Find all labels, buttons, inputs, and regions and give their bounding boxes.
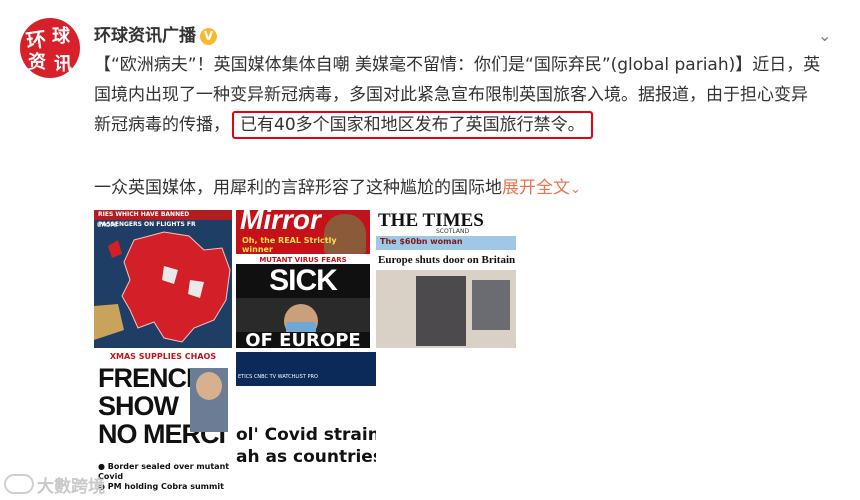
avatar-char: 资 <box>28 52 46 73</box>
post-menu-chevron-icon[interactable]: ⌄ <box>818 26 831 45</box>
mirror-teaser: Oh, the REAL Strictly winner <box>242 236 337 254</box>
cnbc-nav: ETICS CNBC TV WATCHLIST PRO <box>238 374 318 380</box>
watermark-text: 大數跨境 <box>37 477 105 497</box>
image-mirror-front-page[interactable]: Mirror Oh, the REAL Strictly winner MUTA… <box>236 210 370 348</box>
image-times-front-page[interactable]: THE TIMES SCOTLAND The $60bn woman Europ… <box>376 210 516 348</box>
watermark-logo-icon <box>4 474 34 494</box>
times-edition: SCOTLAND <box>436 228 470 235</box>
french-bullets: ● Border sealed over mutant Covid ● PM h… <box>98 462 230 492</box>
europe-map-graphic <box>94 231 231 343</box>
post-line: 一众英国媒体，用犀利的言辞形容了这种尴尬的国际地展开全文⌄ <box>94 173 834 205</box>
avatar-char: 讯 <box>54 54 72 75</box>
watermark: 大數跨境 <box>4 472 105 497</box>
expand-full-text-link[interactable]: 展开全文⌄ <box>502 178 581 198</box>
french-bullet-text: Border sealed over mutant Covid <box>98 462 230 481</box>
post-text: 新冠病毒的传播， <box>94 115 230 135</box>
post-text: 一众英国媒体，用犀利的言辞形容了这种尴尬的国际地 <box>94 178 502 198</box>
expand-label: 展开全文 <box>502 178 570 198</box>
times-photo-window <box>472 280 510 330</box>
account-name-row: 环球资讯广播 V <box>94 21 217 46</box>
french-person-photo <box>196 372 222 400</box>
cnbc-headline-line: ah as countries <box>236 447 376 467</box>
verified-badge-icon: V <box>200 28 217 45</box>
times-headline: Europe shuts door on Britain <box>378 254 516 266</box>
post-line: 国境内出现了一种变异新冠病毒，多国对此紧急宣布限制英国旅客入境。据报道，由于担心… <box>94 85 808 105</box>
cnbc-headline-line: ol' Covid strain <box>236 425 376 445</box>
highlighted-text: 已有40多个国家和地区发布了英国旅行禁令。 <box>232 111 593 139</box>
times-promo-band: The $60bn woman <box>376 236 516 250</box>
avatar-char: 球 <box>52 26 70 47</box>
image-french-show-front-page[interactable]: XMAS SUPPLIES CHAOS FRENCH SHOW NO MERCI… <box>94 352 232 492</box>
french-bullet-text: PM holding Cobra summit today <box>107 482 224 491</box>
times-promo: The $60bn woman <box>380 237 463 246</box>
french-bullet: ● PM holding Cobra summit today <box>98 482 230 492</box>
image-cnbc-article[interactable]: ETICS CNBC TV WATCHLIST PRO ol' Covid st… <box>236 352 376 468</box>
post-body: 【“欧洲病夫”！英国媒体集体自嘲 美媒毫不留情：你们是“国际弃民”(global… <box>94 50 834 205</box>
mirror-logo: Mirror <box>240 210 321 235</box>
french-bullet: ● Border sealed over mutant Covid <box>98 462 230 481</box>
account-avatar[interactable]: 环 球 资 讯 <box>20 18 80 78</box>
times-photo-door <box>416 276 466 346</box>
image-europe-travel-ban-map[interactable]: RIES WHICH HAVE BANNED PASSENGERS ON FLI… <box>94 210 232 348</box>
cnbc-header-bar <box>236 352 376 386</box>
account-name[interactable]: 环球资讯广播 <box>94 26 196 46</box>
mirror-headline-bottom: OF EUROPE <box>236 332 370 348</box>
cnbc-headline: ol' Covid strain ah as countries <box>236 424 376 468</box>
french-kicker: XMAS SUPPLIES CHAOS <box>109 352 217 361</box>
post-line: 新冠病毒的传播， 已有40多个国家和地区发布了英国旅行禁令。 <box>94 110 834 140</box>
mirror-kicker: MUTANT VIRUS FEARS <box>259 256 347 264</box>
post-line: 【“欧洲病夫”！英国媒体集体自嘲 美媒毫不留情：你们是“国际弃民”(global… <box>94 55 821 75</box>
chevron-down-icon: ⌄ <box>570 182 581 197</box>
